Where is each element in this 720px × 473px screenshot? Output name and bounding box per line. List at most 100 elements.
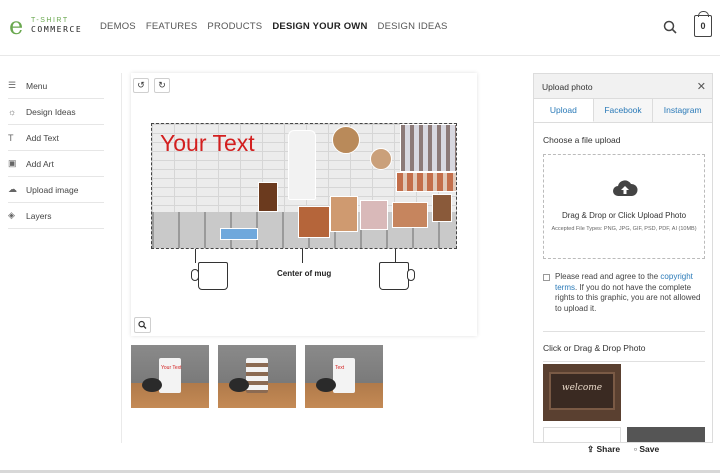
upload-photo-panel: Upload photo ✕ Upload Facebook Instagram…: [533, 73, 713, 443]
main-nav: DEMOS FEATURES PRODUCTS DESIGN YOUR OWN …: [100, 21, 448, 32]
save-label: Save: [639, 444, 660, 454]
sidebar-item-label: Add Text: [26, 132, 59, 143]
save-button[interactable]: ▫ Save: [634, 444, 659, 454]
sidebar-item-label: Design Ideas: [26, 106, 76, 117]
sidebar-item-label: Add Art: [26, 158, 54, 169]
divider: [543, 361, 705, 362]
photo-frame: [330, 196, 358, 232]
mug-guide-line: [395, 249, 396, 263]
logo-bottom-text: COMMERCE: [31, 25, 83, 34]
choose-file-label: Choose a file upload: [543, 135, 621, 145]
cart-count: 0: [700, 21, 706, 31]
accepted-file-types: Accepted File Types: PNG, JPG, GIF, PSD,…: [551, 226, 697, 232]
mug-guide-line: [195, 249, 196, 263]
text-icon: T: [8, 132, 14, 143]
image-icon: ▣: [8, 158, 17, 168]
mug-handle: [191, 269, 199, 281]
photo-frame: [432, 194, 452, 222]
mug-image: [333, 358, 355, 393]
tote-product: [360, 200, 388, 230]
share-button[interactable]: ⇪ Share: [587, 444, 620, 455]
logo-mark: e: [9, 12, 24, 40]
file-dropzone[interactable]: Drag & Drop or Click Upload Photo Accept…: [543, 154, 705, 259]
mug-guide-line: [302, 249, 303, 263]
mug-outline-left: [191, 262, 228, 290]
mug-lid: [142, 378, 162, 392]
sidebar-item-design-ideas[interactable]: ☼ Design Ideas: [8, 99, 104, 125]
lightbulb-icon: ☼: [8, 106, 17, 117]
mug-image: [246, 358, 268, 393]
site-logo[interactable]: e T-SHIRT COMMERCE: [9, 14, 87, 40]
thumbnail-text: Text: [335, 365, 345, 371]
product-view-thumbnail[interactable]: Text: [305, 345, 383, 408]
tab-instagram[interactable]: Instagram: [653, 99, 712, 122]
mug-image: [159, 358, 181, 393]
undo-button[interactable]: ↺: [133, 78, 149, 93]
photo-frame: [392, 202, 428, 228]
photo-frame: [298, 206, 330, 238]
product-view-thumbnail[interactable]: [218, 345, 296, 408]
close-icon[interactable]: ✕: [697, 80, 706, 93]
apron-product: [288, 130, 316, 200]
uploaded-photo-thumbnail[interactable]: welcome: [543, 364, 621, 421]
site-header: e T-SHIRT COMMERCE DEMOS FEATURES PRODUC…: [0, 0, 720, 56]
sidebar-divider: [121, 73, 122, 443]
agree-checkbox[interactable]: [543, 274, 550, 281]
share-label: Share: [596, 444, 621, 454]
tab-facebook[interactable]: Facebook: [593, 99, 654, 122]
photo-circle: [370, 148, 392, 170]
redo-button[interactable]: ↻: [154, 78, 170, 93]
mug-lid: [316, 378, 336, 392]
menu-icon: ☰: [8, 80, 17, 90]
zoom-icon: [138, 320, 147, 329]
panel-header: Upload photo ✕: [534, 74, 712, 99]
ties-product: [400, 124, 456, 172]
cloud-upload-icon: ☁: [8, 184, 17, 194]
redo-icon: ↻: [158, 80, 166, 90]
nav-design-your-own[interactable]: DESIGN YOUR OWN: [272, 21, 367, 32]
search-icon[interactable]: [663, 20, 677, 34]
welcome-sign-image: welcome: [549, 372, 615, 410]
sidebar-item-menu[interactable]: ☰ Menu: [8, 73, 104, 99]
uploaded-photo-thumbnail[interactable]: [627, 427, 705, 442]
dropzone-title: Drag & Drop or Click Upload Photo: [561, 211, 687, 220]
product-view-thumbnail[interactable]: Your Text: [131, 345, 209, 408]
upload-tabs: Upload Facebook Instagram: [534, 99, 712, 123]
photo-frame: [258, 182, 278, 212]
cloud-upload-icon: [613, 180, 638, 196]
tool-sidebar: ☰ Menu ☼ Design Ideas T Add Text ▣ Add A…: [8, 73, 104, 229]
print-area[interactable]: Your Text: [151, 123, 457, 249]
sidebar-item-label: Layers: [26, 210, 52, 221]
nav-products[interactable]: PRODUCTS: [207, 21, 262, 32]
save-icon: ▫: [634, 444, 638, 454]
sidebar-item-add-art[interactable]: ▣ Add Art: [8, 151, 104, 177]
undo-icon: ↺: [137, 80, 145, 90]
sidebar-item-upload-image[interactable]: ☁ Upload image: [8, 177, 104, 203]
zoom-button[interactable]: [134, 317, 151, 333]
logo-top-text: T-SHIRT: [31, 17, 69, 24]
cart-button[interactable]: 0: [694, 11, 712, 37]
nav-features[interactable]: FEATURES: [146, 21, 198, 32]
copyright-agreement: Please read and agree to the copyright t…: [543, 272, 707, 314]
sidebar-item-add-text[interactable]: T Add Text: [8, 125, 104, 151]
photo-circle: [332, 126, 360, 154]
tab-upload[interactable]: Upload: [534, 99, 594, 122]
thumbnail-text: Your Text: [161, 365, 182, 371]
sidebar-item-label: Menu: [26, 80, 48, 91]
click-drag-label: Click or Drag & Drop Photo: [543, 343, 646, 353]
divider: [543, 331, 705, 332]
uploaded-photo-thumbnail[interactable]: [543, 427, 621, 442]
mug-lid: [229, 378, 249, 392]
agree-text-suffix: . If you do not have the complete rights…: [555, 282, 701, 313]
mug-outline-right: [379, 262, 415, 290]
nav-design-ideas[interactable]: DESIGN IDEAS: [378, 21, 448, 32]
panel-title: Upload photo: [542, 82, 593, 92]
sidebar-item-layers[interactable]: ◈ Layers: [8, 203, 104, 229]
nav-demos[interactable]: DEMOS: [100, 21, 136, 32]
design-text[interactable]: Your Text: [160, 130, 255, 157]
center-of-mug-label: Center of mug: [277, 269, 332, 278]
mug-handle: [407, 269, 415, 281]
layers-icon: ◈: [8, 210, 15, 220]
book-product: [220, 228, 258, 240]
flipflops-product: [396, 172, 456, 192]
